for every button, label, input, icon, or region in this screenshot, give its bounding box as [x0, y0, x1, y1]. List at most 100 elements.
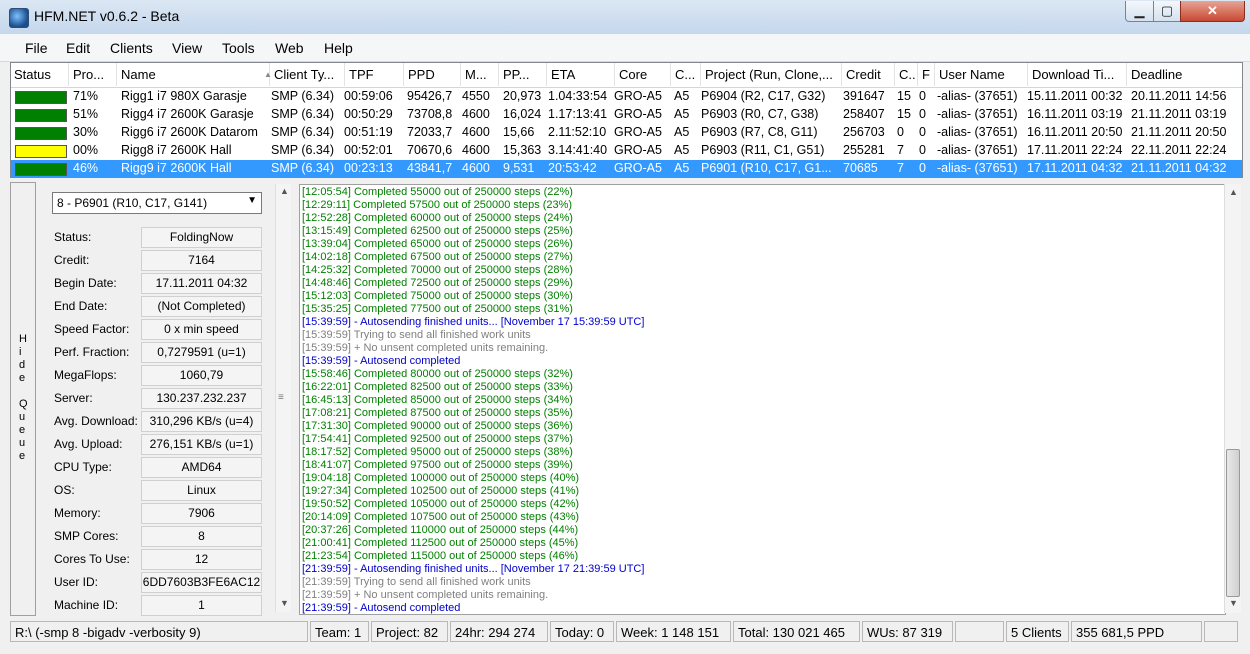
table-cell: 9,531: [503, 161, 535, 175]
table-cell: 0: [919, 89, 926, 103]
column-separator[interactable]: [917, 63, 918, 86]
table-cell: P6904 (R2, C17, G32): [701, 89, 826, 103]
column-header[interactable]: C...: [675, 67, 699, 82]
table-cell: GRO-A5: [614, 107, 662, 121]
log-line: [14:25:32] Completed 70000 out of 250000…: [302, 264, 573, 276]
queue-field-value: 8: [141, 526, 262, 547]
menu-file[interactable]: File: [25, 40, 48, 56]
column-header[interactable]: Name: [121, 67, 268, 82]
column-header[interactable]: F: [922, 67, 933, 82]
status-panel: Total: 130 021 465: [733, 621, 860, 642]
column-header[interactable]: Client Ty...: [274, 67, 343, 82]
column-separator[interactable]: [700, 63, 701, 86]
table-cell: Rigg4 i7 2600K Garasje: [121, 107, 254, 121]
log-line: [15:39:59] + No unsent completed units r…: [302, 342, 549, 354]
table-cell: Rigg8 i7 2600K Hall: [121, 143, 232, 157]
table-cell: 15: [897, 107, 911, 121]
column-separator[interactable]: [1126, 63, 1127, 86]
queue-field-label: Cores To Use:: [54, 552, 130, 566]
hide-queue-letter: Q: [19, 398, 28, 410]
table-cell: 00:59:06: [344, 89, 393, 103]
column-header[interactable]: Core: [619, 67, 669, 82]
scroll-down-icon[interactable]: ▼: [280, 598, 289, 608]
column-header[interactable]: PP...: [503, 67, 545, 82]
table-cell: GRO-A5: [614, 143, 662, 157]
column-header[interactable]: C...: [899, 67, 916, 82]
queue-field-value: 7906: [141, 503, 262, 524]
column-header[interactable]: User Name: [939, 67, 1026, 82]
table-cell: 00:51:19: [344, 125, 393, 139]
column-header[interactable]: Deadline: [1131, 67, 1236, 82]
close-button[interactable]: ✕: [1180, 1, 1245, 22]
column-separator[interactable]: [894, 63, 895, 86]
hide-queue-button[interactable]: HideQueue: [10, 182, 36, 616]
scroll-up-icon[interactable]: ▲: [1229, 187, 1238, 197]
log-line: [21:00:41] Completed 112500 out of 25000…: [302, 537, 579, 549]
column-header[interactable]: M...: [465, 67, 497, 82]
table-cell: SMP (6.34): [271, 161, 334, 175]
column-separator[interactable]: [1027, 63, 1028, 86]
queue-field-value: 0,7279591 (u=1): [141, 342, 262, 363]
maximize-button[interactable]: ▢: [1153, 1, 1181, 22]
log-scroll-thumb[interactable]: [1226, 449, 1240, 597]
log-viewer[interactable]: [12:05:54] Completed 55000 out of 250000…: [299, 184, 1226, 615]
column-separator[interactable]: [670, 63, 671, 86]
column-header[interactable]: Download Ti...: [1032, 67, 1125, 82]
column-separator[interactable]: [546, 63, 547, 86]
panel-splitter[interactable]: [291, 182, 299, 614]
column-separator[interactable]: [614, 63, 615, 86]
queue-field-label: CPU Type:: [54, 460, 112, 474]
column-header[interactable]: PPD: [408, 67, 459, 82]
table-row[interactable]: 71% Rigg1 i7 980X Garasje SMP (6.34) 00:59:…: [11, 88, 1242, 106]
column-separator[interactable]: [934, 63, 935, 86]
table-cell: 70685: [843, 161, 878, 175]
column-header[interactable]: ETA: [551, 67, 613, 82]
hide-queue-letter: H: [19, 333, 27, 345]
table-cell: SMP (6.34): [271, 89, 334, 103]
menu-view[interactable]: View: [172, 40, 202, 56]
table-row[interactable]: 51% Rigg4 i7 2600K Garasje SMP (6.34) 00:50…: [11, 106, 1242, 124]
minimize-button[interactable]: ▁: [1125, 1, 1154, 22]
table-cell: SMP (6.34): [271, 125, 334, 139]
column-separator[interactable]: [116, 63, 117, 86]
hide-queue-letter: e: [19, 424, 26, 436]
column-header[interactable]: Project (Run, Clone,...: [705, 67, 840, 82]
table-row[interactable]: 00% Rigg8 i7 2600K Hall SMP (6.34) 00:52:01…: [11, 142, 1242, 160]
column-header[interactable]: Pro...: [73, 67, 115, 82]
table-cell: 4600: [462, 161, 490, 175]
queue-select[interactable]: 8 - P6901 (R10, C17, G141) ▼: [52, 192, 262, 214]
column-header[interactable]: TPF: [349, 67, 402, 82]
column-separator[interactable]: [344, 63, 345, 86]
table-cell: 4550: [462, 89, 490, 103]
table-cell: 20:53:42: [548, 161, 597, 175]
column-separator[interactable]: [841, 63, 842, 86]
column-header[interactable]: Credit: [846, 67, 893, 82]
menu-web[interactable]: Web: [275, 40, 304, 56]
log-line: [20:37:26] Completed 110000 out of 25000…: [302, 524, 579, 536]
column-separator[interactable]: [68, 63, 69, 86]
log-line: [21:39:59] + No unsent completed units r…: [302, 589, 549, 601]
column-separator[interactable]: [498, 63, 499, 86]
table-cell: SMP (6.34): [271, 107, 334, 121]
table-cell: 00:50:29: [344, 107, 393, 121]
table-cell: 0: [919, 161, 926, 175]
menu-edit[interactable]: Edit: [66, 40, 90, 56]
queue-field-label: Credit:: [54, 253, 90, 267]
table-row[interactable]: 46% Rigg9 i7 2600K Hall SMP (6.34) 00:23:13…: [11, 160, 1242, 178]
table-cell: 256703: [843, 125, 885, 139]
status-panel: Team: 1: [310, 621, 369, 642]
queue-field-value: 310,296 KB/s (u=4): [141, 411, 262, 432]
menu-clients[interactable]: Clients: [110, 40, 153, 56]
splitter-grip-icon[interactable]: ≡: [278, 392, 284, 403]
column-header[interactable]: Status: [14, 67, 67, 82]
scroll-down-icon[interactable]: ▼: [1229, 598, 1238, 608]
hide-queue-letter: u: [19, 411, 26, 423]
table-row[interactable]: 30% Rigg6 i7 2600K Datarom SMP (6.34) 00:51…: [11, 124, 1242, 142]
column-separator[interactable]: [403, 63, 404, 86]
menu-help[interactable]: Help: [324, 40, 353, 56]
scroll-up-icon[interactable]: ▲: [280, 186, 289, 196]
table-cell: 15.11.2011 00:32: [1027, 89, 1123, 103]
table-cell: A5: [674, 125, 690, 139]
menu-tools[interactable]: Tools: [222, 40, 255, 56]
column-separator[interactable]: [460, 63, 461, 86]
